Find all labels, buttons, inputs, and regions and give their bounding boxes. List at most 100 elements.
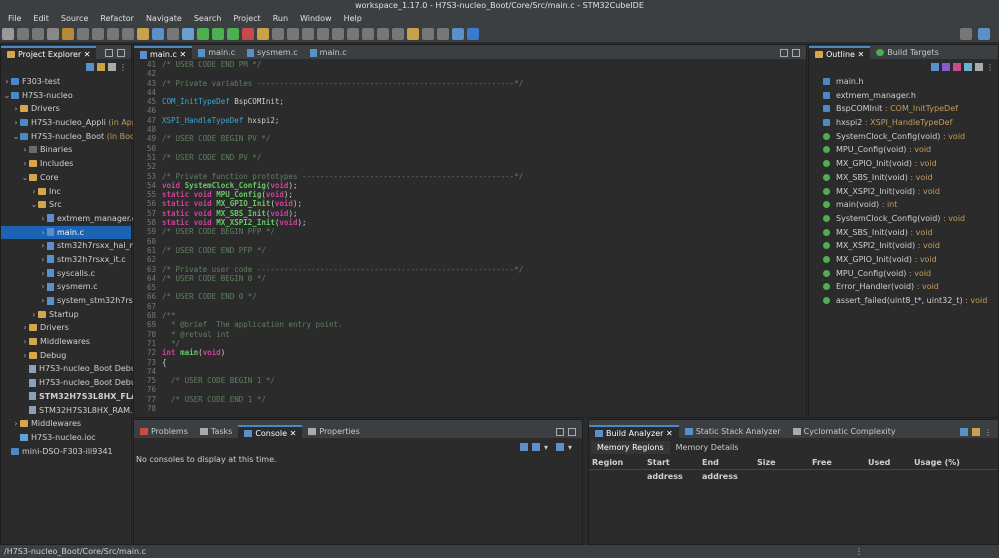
pilcrow-icon[interactable] bbox=[347, 27, 359, 40]
menu-refactor[interactable]: Refactor bbox=[94, 14, 140, 23]
perspective-switch-icon[interactable] bbox=[978, 28, 990, 40]
code-line[interactable]: 59 /* USER CODE BEGIN PFP */ bbox=[134, 227, 806, 236]
tree-item[interactable]: › system_stm32h7rsxx. bbox=[1, 294, 144, 308]
chevron-right-icon[interactable]: › bbox=[21, 143, 29, 157]
tab-properties[interactable]: Properties bbox=[302, 425, 365, 438]
chevron-down-icon[interactable]: ⌄ bbox=[30, 198, 38, 212]
sort-icon[interactable] bbox=[931, 63, 939, 71]
filter-icon[interactable] bbox=[108, 63, 116, 71]
menu-search[interactable]: Search bbox=[188, 14, 227, 23]
col-start-address[interactable]: Start address bbox=[647, 456, 702, 481]
tree-item[interactable]: › Includes bbox=[1, 157, 131, 171]
info-icon[interactable] bbox=[467, 27, 479, 40]
open-type-icon[interactable] bbox=[182, 27, 194, 40]
menu-help[interactable]: Help bbox=[338, 14, 368, 23]
outline-item[interactable]: MX_XSPI2_Init(void) : void bbox=[823, 239, 998, 253]
console-dropdown-icon[interactable]: ▾ bbox=[544, 443, 552, 452]
maximize-icon[interactable] bbox=[792, 48, 800, 57]
code-line[interactable]: 56 static void MX_GPIO_Init(void); bbox=[134, 199, 806, 208]
external-tools-icon[interactable] bbox=[242, 27, 254, 40]
tree-item[interactable]: H7S3-nucleo_Boot Debug.c bbox=[1, 362, 148, 376]
outline-item[interactable]: SystemClock_Config(void) : void bbox=[823, 130, 998, 144]
outline-item[interactable]: hxspi2 : XSPI_HandleTypeDef bbox=[823, 116, 998, 130]
code-line[interactable]: 69 * @brief The application entry point. bbox=[134, 320, 806, 329]
save-icon[interactable] bbox=[17, 27, 29, 40]
code-line[interactable]: 78 bbox=[134, 404, 806, 413]
tree-item[interactable]: ⌄ Src bbox=[1, 198, 131, 212]
new-project-icon[interactable] bbox=[152, 27, 164, 40]
col-end-address[interactable]: End address bbox=[702, 456, 757, 481]
code-line[interactable]: 41 /* USER CODE END PM */ bbox=[134, 60, 806, 69]
code-line[interactable]: 63 /* Private user code -----------------… bbox=[134, 265, 806, 274]
outline-item[interactable]: main(void) : int bbox=[823, 198, 998, 212]
tree-item[interactable]: ⌄ Core bbox=[1, 171, 131, 185]
tree-item[interactable]: › stm32h7rsxx_it.c bbox=[1, 253, 131, 267]
display-console-icon[interactable] bbox=[520, 442, 528, 451]
maximize-icon[interactable] bbox=[568, 427, 576, 436]
show-whitespace-icon[interactable] bbox=[332, 27, 344, 40]
code-editor[interactable]: 41 /* USER CODE END PM */ 42 43 /* Private v… bbox=[134, 59, 806, 417]
open-console-icon[interactable] bbox=[556, 442, 564, 451]
code-line[interactable]: 62 bbox=[134, 255, 806, 264]
outline-item[interactable]: extmem_manager.h bbox=[823, 89, 998, 103]
chevron-right-icon[interactable]: › bbox=[39, 280, 47, 294]
settings-icon[interactable] bbox=[47, 27, 59, 40]
code-line[interactable]: 49 /* USER CODE BEGIN PV */ bbox=[134, 134, 806, 143]
search-icon[interactable] bbox=[960, 28, 972, 40]
code-line[interactable]: 77 /* USER CODE END 1 */ bbox=[134, 395, 806, 404]
code-line[interactable]: 58 static void MX_XSPI2_Init(void); bbox=[134, 218, 806, 227]
tab-build-analyzer[interactable]: Build Analyzer ✕ bbox=[589, 425, 679, 438]
code-line[interactable]: 53 /* Private function prototypes -------… bbox=[134, 172, 806, 181]
tree-item[interactable]: › stm32h7rsxx_hal_msp bbox=[1, 239, 146, 253]
tree-item[interactable]: ⌄ H7S3-nucleo bbox=[1, 89, 131, 103]
menu-file[interactable]: File bbox=[2, 14, 27, 23]
code-line[interactable]: 70 * @retval int bbox=[134, 330, 806, 339]
chevron-right-icon[interactable]: › bbox=[39, 294, 47, 308]
pin-console-icon[interactable] bbox=[532, 442, 540, 451]
tab-console[interactable]: Console ✕ bbox=[238, 425, 303, 438]
hide-nonpublic-icon[interactable] bbox=[964, 63, 972, 71]
minimize-icon[interactable] bbox=[105, 48, 113, 57]
chevron-right-icon[interactable]: › bbox=[12, 417, 20, 431]
menu-project[interactable]: Project bbox=[227, 14, 266, 23]
view-menu-icon[interactable]: ⋮ bbox=[986, 63, 994, 72]
outline-item[interactable]: MX_XSPI2_Init(void) : void bbox=[823, 185, 998, 199]
tab-tasks[interactable]: Tasks bbox=[194, 425, 238, 438]
view-menu-icon[interactable]: ⋮ bbox=[984, 428, 992, 437]
debug-icon[interactable] bbox=[212, 27, 224, 40]
code-line[interactable]: 52 bbox=[134, 162, 806, 171]
code-line[interactable]: 75 /* USER CODE BEGIN 1 */ bbox=[134, 376, 806, 385]
chevron-right-icon[interactable]: › bbox=[21, 349, 29, 363]
outline-item[interactable]: SystemClock_Config(void) : void bbox=[823, 212, 998, 226]
undo-icon[interactable] bbox=[92, 27, 104, 40]
tab-main-c-2[interactable]: main.c bbox=[192, 46, 241, 59]
tab-cyclomatic-complexity[interactable]: Cyclomatic Complexity bbox=[787, 425, 902, 438]
subtab-memory-details[interactable]: Memory Details bbox=[670, 441, 745, 454]
search-folder-icon[interactable] bbox=[257, 27, 269, 40]
prev-annotation-icon[interactable] bbox=[377, 27, 389, 40]
code-line[interactable]: 60 bbox=[134, 237, 806, 246]
refresh-analyzer-icon[interactable] bbox=[960, 427, 968, 436]
code-line[interactable]: 61 /* USER CODE END PFP */ bbox=[134, 246, 806, 255]
code-line[interactable]: 67 bbox=[134, 302, 806, 311]
outline-item[interactable]: MX_SBS_Init(void) : void bbox=[823, 226, 998, 240]
tab-build-targets[interactable]: Build Targets bbox=[870, 46, 945, 59]
col-region[interactable]: Region bbox=[592, 456, 647, 469]
code-line[interactable]: 48 bbox=[134, 125, 806, 134]
menu-source[interactable]: Source bbox=[55, 14, 94, 23]
tab-project-explorer[interactable]: Project Explorer ✕ bbox=[1, 46, 97, 59]
chevron-right-icon[interactable]: › bbox=[12, 102, 20, 116]
code-line[interactable]: 43 /* Private variables -----------------… bbox=[134, 79, 806, 88]
tab-outline[interactable]: Outline ✕ bbox=[809, 46, 871, 59]
status-menu-icon[interactable]: ⋮ bbox=[855, 545, 863, 558]
tree-item[interactable]: › H7S3-nucleo_Appli (in Appli) bbox=[1, 116, 144, 130]
subtab-memory-regions[interactable]: Memory Regions bbox=[591, 441, 670, 454]
code-line[interactable]: 57 static void MX_SBS_Init(void); bbox=[134, 209, 806, 218]
forward-arrow-icon[interactable] bbox=[422, 27, 434, 40]
tree-item[interactable]: › extmem_manager.c bbox=[1, 212, 136, 226]
chevron-right-icon[interactable]: › bbox=[21, 157, 29, 171]
code-line[interactable]: 42 bbox=[134, 69, 806, 78]
collapse-all-icon[interactable] bbox=[86, 63, 94, 71]
chevron-right-icon[interactable]: › bbox=[30, 308, 38, 322]
code-line[interactable]: 74 bbox=[134, 367, 806, 376]
